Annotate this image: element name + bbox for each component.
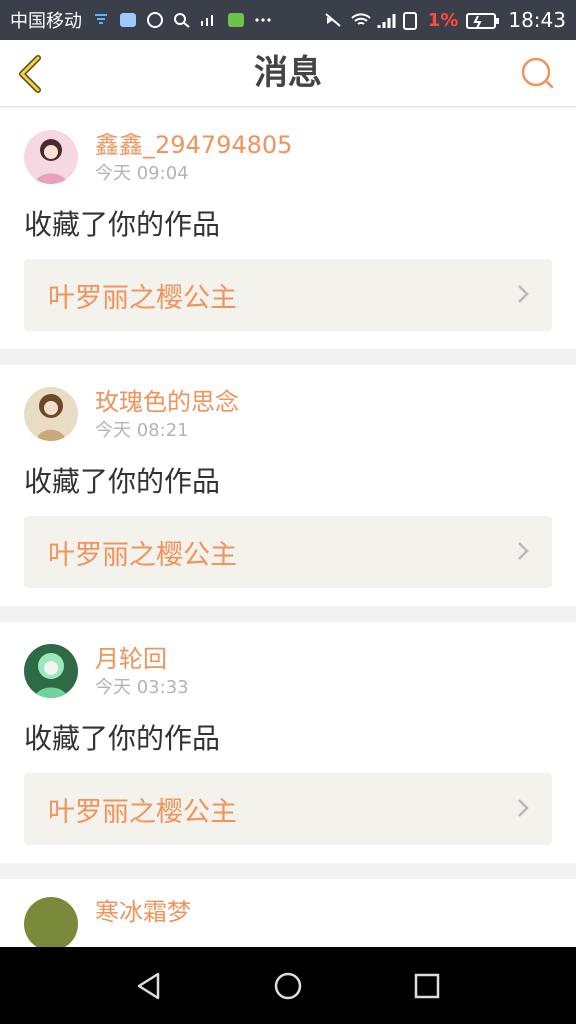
work-title: 叶罗丽之樱公主: [48, 796, 237, 828]
clock: 18:43: [508, 8, 566, 32]
username[interactable]: 月轮回: [95, 644, 189, 674]
timestamp: 今天 09:04: [95, 163, 189, 184]
search-icon: [173, 12, 191, 28]
work-title: 叶罗丽之樱公主: [48, 282, 237, 314]
message-card: 月轮回 今天 03:33 收藏了你的作品 叶罗丽之樱公主: [0, 622, 576, 863]
action-text: 收藏了你的作品: [24, 722, 221, 755]
avatar[interactable]: [24, 897, 78, 948]
page-title: 消息: [254, 53, 322, 93]
username[interactable]: 寒冰霜梦: [95, 897, 191, 927]
chevron-right-icon: [518, 799, 529, 817]
battery-icon: [466, 12, 500, 29]
signal-icon: [200, 12, 218, 28]
username[interactable]: 玫瑰色的思念: [95, 387, 239, 417]
username[interactable]: 鑫鑫_294794805: [95, 130, 292, 160]
cell-signal-icon: [376, 12, 396, 28]
action-text: 收藏了你的作品: [24, 465, 221, 498]
message-card: 鑫鑫_294794805 今天 09:04 收藏了你的作品 叶罗丽之樱公主: [0, 108, 576, 349]
app-icon: [227, 12, 245, 28]
search-button[interactable]: [520, 54, 556, 94]
avatar[interactable]: [24, 130, 78, 184]
chevron-right-icon: [518, 285, 529, 303]
usb-icon: [92, 12, 110, 28]
app-icon: [119, 12, 137, 28]
sim-icon: [402, 12, 420, 30]
more-icon: [254, 12, 272, 28]
search-bubble-icon: [521, 57, 554, 89]
message-card: 寒冰霜梦: [0, 879, 576, 948]
battery-percent: 1%: [427, 9, 459, 31]
system-nav-bar: [0, 947, 576, 1024]
status-bar: 中国移动 1% 18:43: [0, 0, 576, 40]
work-link[interactable]: 叶罗丽之樱公主: [24, 773, 552, 845]
action-text: 收藏了你的作品: [24, 208, 221, 241]
carrier-label: 中国移动: [10, 11, 82, 32]
mute-icon: [324, 12, 342, 28]
back-triangle-icon: [138, 972, 160, 999]
app-icon: [146, 12, 164, 28]
chevron-right-icon: [518, 542, 529, 560]
wifi-icon: [350, 12, 371, 28]
timestamp: 今天 03:33: [95, 677, 189, 698]
app-header: 消息: [0, 40, 576, 107]
home-circle-icon: [274, 972, 302, 999]
nav-back-button[interactable]: [129, 966, 169, 1006]
work-link[interactable]: 叶罗丽之樱公主: [24, 259, 552, 331]
nav-home-button[interactable]: [268, 966, 308, 1006]
message-card: 玫瑰色的思念 今天 08:21 收藏了你的作品 叶罗丽之樱公主: [0, 365, 576, 606]
timestamp: 今天 08:21: [95, 420, 189, 441]
message-list: 鑫鑫_294794805 今天 09:04 收藏了你的作品 叶罗丽之樱公主 玫瑰…: [0, 108, 576, 948]
nav-recents-button[interactable]: [407, 966, 447, 1006]
avatar[interactable]: [24, 387, 78, 441]
work-title: 叶罗丽之樱公主: [48, 539, 237, 571]
recents-square-icon: [414, 973, 439, 998]
notification-icons: [92, 12, 272, 28]
avatar[interactable]: [24, 644, 78, 698]
work-link[interactable]: 叶罗丽之樱公主: [24, 516, 552, 588]
